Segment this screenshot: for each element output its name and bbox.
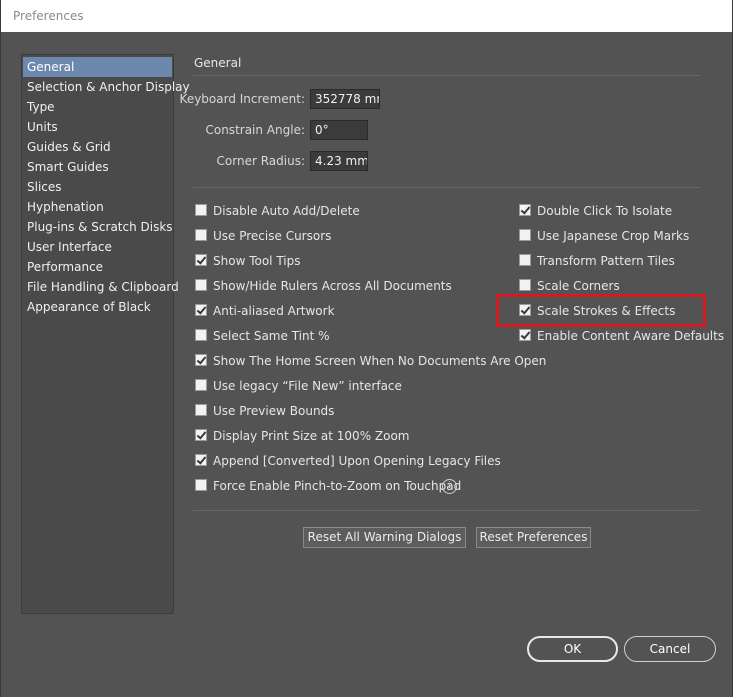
sidebar-item-guides-grid[interactable]: Guides & Grid: [23, 137, 172, 157]
constrain-angle-row: Constrain Angle: 0°: [194, 120, 394, 142]
highlight-box: [496, 294, 706, 327]
option-label: Show Tool Tips: [213, 254, 301, 268]
option-label: Use Precise Cursors: [213, 229, 332, 243]
keyboard-increment-label: Keyboard Increment:: [179, 92, 305, 106]
corner-radius-label: Corner Radius:: [216, 154, 305, 168]
option-label: Anti-aliased Artwork: [213, 304, 335, 318]
fields-divider: [193, 187, 700, 188]
reset-preferences-button[interactable]: Reset Preferences: [476, 527, 591, 548]
reset-all-warning-dialogs-button[interactable]: Reset All Warning Dialogs: [303, 527, 466, 548]
checkbox-checked[interactable]: [195, 254, 207, 266]
checkbox[interactable]: [519, 229, 531, 241]
option-label: Use Preview Bounds: [213, 404, 335, 418]
checkbox-checked[interactable]: [519, 204, 531, 216]
sidebar-item-units[interactable]: Units: [23, 117, 172, 137]
option-label: Force Enable Pinch-to-Zoom on Touchpad: [213, 479, 462, 493]
keyboard-increment-field[interactable]: 352778 mm: [310, 89, 380, 109]
preferences-dialog: Preferences General Selection & Anchor D…: [0, 0, 733, 697]
sidebar-item-smart-guides[interactable]: Smart Guides: [23, 157, 172, 177]
sidebar-item-plugins-scratch-disks[interactable]: Plug-ins & Scratch Disks: [23, 217, 173, 237]
sidebar-item-type[interactable]: Type: [23, 97, 172, 117]
ok-button[interactable]: OK: [527, 636, 618, 662]
checkbox[interactable]: [195, 329, 207, 341]
option-label: Append [Converted] Upon Opening Legacy F…: [213, 454, 501, 468]
title-bar: Preferences: [1, 0, 732, 32]
option-label: Use legacy “File New” interface: [213, 379, 402, 393]
constrain-angle-field[interactable]: 0°: [310, 120, 368, 140]
constrain-angle-label: Constrain Angle:: [205, 123, 305, 137]
sidebar-item-performance[interactable]: Performance: [23, 257, 172, 277]
checkbox[interactable]: [519, 254, 531, 266]
sidebar-item-slices[interactable]: Slices: [23, 177, 172, 197]
checkbox[interactable]: [195, 229, 207, 241]
option-label: Scale Corners: [537, 279, 620, 293]
sidebar-item-general[interactable]: General: [23, 57, 172, 77]
option-label: Double Click To Isolate: [537, 204, 673, 218]
checkbox-checked[interactable]: [195, 354, 207, 366]
options-divider: [193, 510, 700, 511]
checkbox[interactable]: [519, 279, 531, 291]
option-label: Select Same Tint %: [213, 329, 330, 343]
option-label: Enable Content Aware Defaults: [537, 329, 725, 343]
corner-radius-row: Corner Radius: 4.23 mm: [194, 151, 394, 173]
checkbox-checked[interactable]: [195, 429, 207, 441]
checkbox[interactable]: [195, 379, 207, 391]
option-label: Use Japanese Crop Marks: [537, 229, 690, 243]
checkbox-checked[interactable]: [519, 329, 531, 341]
sidebar-item-file-handling-clipboard[interactable]: File Handling & Clipboard: [23, 277, 179, 297]
keyboard-increment-row: Keyboard Increment: 352778 mm: [180, 89, 394, 111]
sidebar-item-selection-anchor-display[interactable]: Selection & Anchor Display: [23, 77, 190, 97]
checkbox-checked[interactable]: [195, 304, 207, 316]
checkbox[interactable]: [195, 404, 207, 416]
cancel-button[interactable]: Cancel: [624, 636, 716, 662]
section-title: General: [194, 56, 242, 70]
corner-radius-field[interactable]: 4.23 mm: [310, 151, 368, 171]
checkbox[interactable]: [195, 204, 207, 216]
sidebar-item-appearance-of-black[interactable]: Appearance of Black: [23, 297, 172, 317]
option-label: Disable Auto Add/Delete: [213, 204, 360, 218]
window-title: Preferences: [13, 9, 84, 23]
checkbox[interactable]: [195, 479, 207, 491]
sidebar-item-hyphenation[interactable]: Hyphenation: [23, 197, 172, 217]
option-label: Show/Hide Rulers Across All Documents: [213, 279, 452, 293]
checkbox-checked[interactable]: [195, 454, 207, 466]
sidebar-item-user-interface[interactable]: User Interface: [23, 237, 172, 257]
info-icon[interactable]: i: [442, 479, 457, 494]
checkbox[interactable]: [195, 279, 207, 291]
option-label: Show The Home Screen When No Documents A…: [213, 354, 547, 368]
option-label: Display Print Size at 100% Zoom: [213, 429, 410, 443]
section-divider: [193, 75, 700, 76]
option-label: Transform Pattern Tiles: [537, 254, 675, 268]
sidebar: General Selection & Anchor Display Type …: [21, 54, 190, 614]
